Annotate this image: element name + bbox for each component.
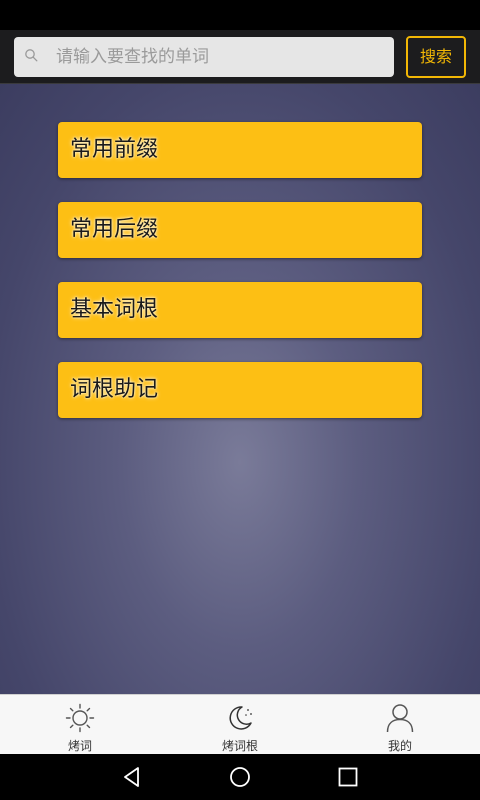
person-icon bbox=[386, 704, 414, 733]
back-triangle-icon[interactable] bbox=[120, 765, 144, 789]
search-input[interactable] bbox=[56, 37, 386, 77]
bottom-tab-bar: 烤词 烤词根 我的 bbox=[0, 694, 480, 754]
tab-label: 我的 bbox=[387, 739, 412, 753]
search-field-container[interactable] bbox=[14, 37, 394, 77]
sun-icon bbox=[65, 703, 95, 733]
menu-item-root-mnemonics[interactable]: 词根助记 bbox=[58, 362, 422, 418]
system-navigation-bar bbox=[0, 754, 480, 800]
moon-icon bbox=[229, 706, 252, 730]
menu-item-label: 词根助记 bbox=[70, 377, 159, 402]
status-bar bbox=[0, 0, 480, 30]
search-bar: 搜索 bbox=[0, 30, 480, 84]
tab-kaocigen[interactable]: 烤词根 bbox=[160, 695, 320, 755]
tab-kaoci[interactable]: 烤词 bbox=[0, 695, 160, 755]
menu-item-label: 常用前缀 bbox=[70, 137, 159, 162]
main-content: 常用前缀 常用后缀 基本词根 词根助记 bbox=[0, 84, 480, 694]
tab-label: 烤词 bbox=[67, 739, 92, 753]
tab-profile[interactable]: 我的 bbox=[320, 695, 480, 755]
search-icon bbox=[25, 49, 38, 62]
menu-item-common-prefixes[interactable]: 常用前缀 bbox=[58, 122, 422, 178]
menu-item-common-suffixes[interactable]: 常用后缀 bbox=[58, 202, 422, 258]
home-circle-icon[interactable] bbox=[228, 765, 252, 789]
tab-label: 烤词根 bbox=[221, 739, 258, 753]
app-screen: 搜索 常用前缀 常用后缀 基本词根 词根助记 bbox=[0, 0, 480, 800]
recents-square-icon[interactable] bbox=[336, 765, 360, 789]
menu-item-label: 常用后缀 bbox=[70, 217, 159, 242]
menu-item-basic-roots[interactable]: 基本词根 bbox=[58, 282, 422, 338]
menu-item-label: 基本词根 bbox=[70, 297, 159, 322]
search-button[interactable]: 搜索 bbox=[406, 36, 466, 78]
